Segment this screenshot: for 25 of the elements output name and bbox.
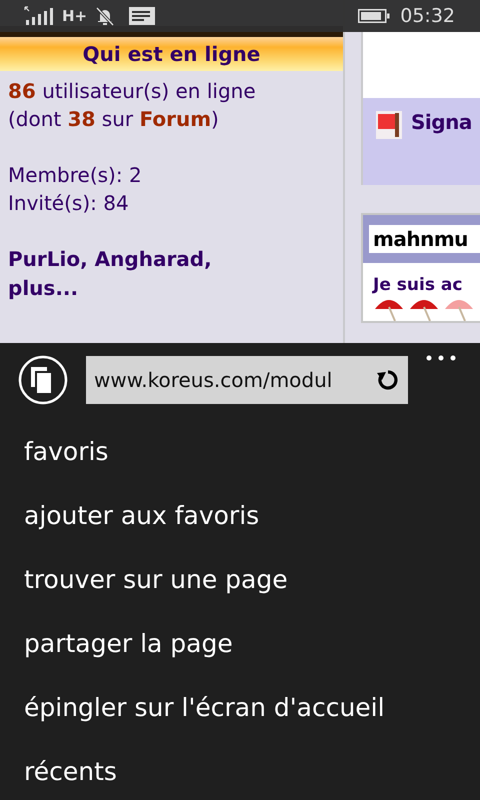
user-name: mahnmu <box>369 225 480 253</box>
members-count: Membre(s): 2 <box>8 162 143 189</box>
clock: 05:32 <box>400 5 455 27</box>
muted-bell-icon <box>95 6 116 26</box>
address-bar[interactable]: www.koreus.com/modul <box>86 356 408 404</box>
user-status: Je suis ac <box>371 274 464 295</box>
refresh-icon[interactable] <box>376 368 400 392</box>
network-type: H+ <box>62 7 88 25</box>
tabs-button[interactable] <box>18 355 68 405</box>
menu-item[interactable]: trouver sur une page <box>0 557 288 621</box>
report-link[interactable]: Signa <box>411 110 472 134</box>
menu-item[interactable]: partager la page <box>0 621 233 685</box>
battery-icon <box>358 9 390 23</box>
menu-item[interactable]: ajouter aux favoris <box>0 493 260 557</box>
flag-icon <box>375 110 403 140</box>
online-names: PurLio, Angharad, plus... <box>8 246 213 302</box>
guests-count: Invité(s): 84 <box>8 190 130 217</box>
message-icon <box>129 7 156 25</box>
menu-item[interactable]: épingler sur l'écran d'accueil <box>0 685 385 749</box>
signal-icon <box>24 6 54 26</box>
menu-item[interactable]: favoris <box>0 429 108 493</box>
online-summary: 86 utilisateur(s) en ligne (dont 38 sur Forum) <box>8 78 257 133</box>
box-header: Qui est en ligne <box>0 37 343 71</box>
menu-item[interactable]: récents <box>0 749 117 800</box>
more-icon[interactable] <box>426 355 456 361</box>
